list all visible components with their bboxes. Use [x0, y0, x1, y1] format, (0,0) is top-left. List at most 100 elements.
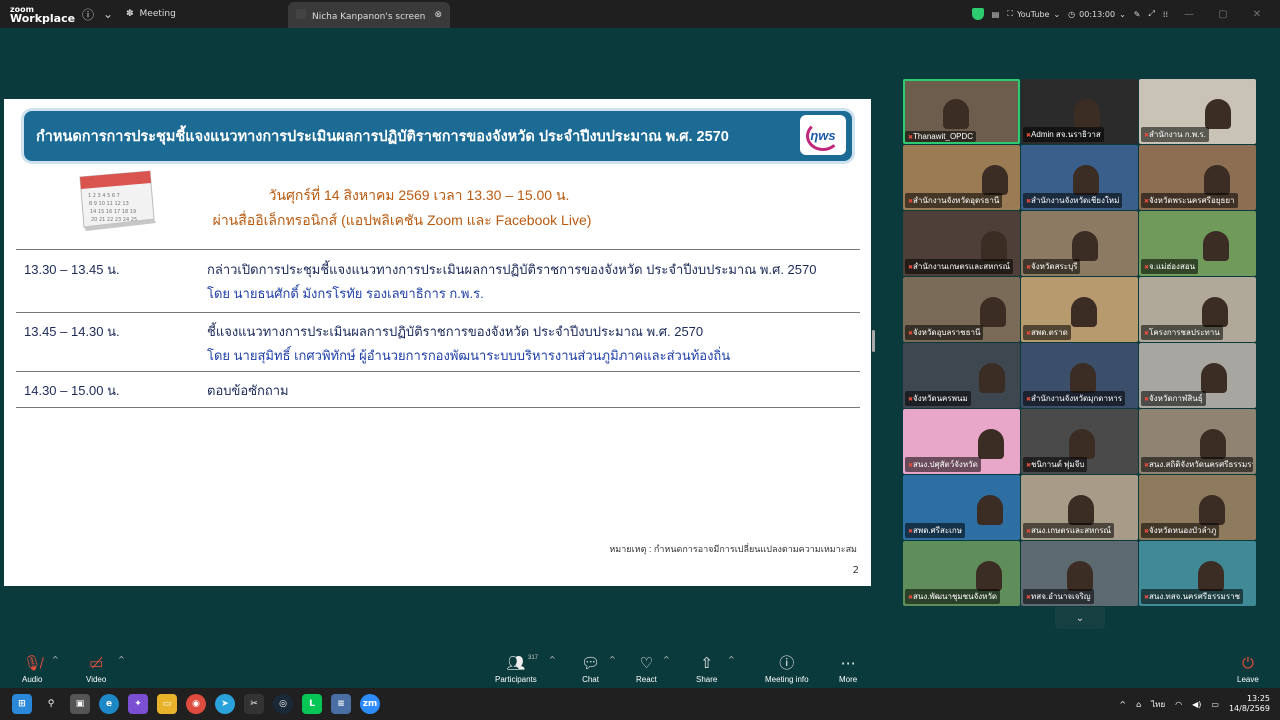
notepad-icon[interactable]: ≡: [331, 694, 351, 714]
battery-icon[interactable]: ▭: [1211, 700, 1219, 709]
audio-button[interactable]: 🎙︎̸ Audio: [22, 655, 42, 684]
annotate-icon[interactable]: ✎: [1134, 10, 1141, 19]
participant-video: [979, 363, 1005, 393]
steam-icon[interactable]: ◎: [273, 694, 293, 714]
participant-name: Thanawit_OPDC: [905, 131, 977, 142]
meeting-timer[interactable]: ◷ 00:13:00 ⌄: [1068, 10, 1126, 19]
participant-tile[interactable]: สำนักงานเกษตรและสหกรณ์: [903, 211, 1020, 276]
participant-tile[interactable]: จังหวัดอุบลราชธานี: [903, 277, 1020, 342]
view-grid-icon[interactable]: ⁞⁞: [1163, 10, 1168, 19]
participant-tile[interactable]: สนง.สถิติจังหวัดนครศรีธรรมราช: [1139, 409, 1256, 474]
line-icon[interactable]: L: [302, 694, 322, 714]
agenda-description: ชี้แจงแนวทางการประเมินผลการปฏิบัติราชการ…: [207, 324, 704, 339]
chevron-down-icon[interactable]: ⌄: [98, 4, 118, 24]
participants-options-caret[interactable]: ^: [549, 655, 556, 664]
audio-options-caret[interactable]: ^: [52, 655, 59, 664]
participant-tile[interactable]: ทสจ.อำนาจเจริญ: [1021, 541, 1138, 606]
participant-tile[interactable]: สนง.พัฒนาชุมชนจังหวัด: [903, 541, 1020, 606]
volume-icon[interactable]: ◀): [1192, 700, 1201, 709]
participant-tile[interactable]: สนง.ทสจ.นครศรีธรรมราช: [1139, 541, 1256, 606]
participant-name: จังหวัดอุบลราชธานี: [905, 325, 984, 340]
participant-name: สำนักงานจังหวัดอุดรธานี: [905, 193, 1003, 208]
participant-video: [982, 165, 1008, 195]
share-button[interactable]: ⇧ Share: [696, 655, 717, 684]
tab-meeting[interactable]: ✽ Meeting: [118, 0, 288, 28]
participant-name: จังหวัดหนองบัวลำภู: [1141, 523, 1220, 538]
meeting-info-button[interactable]: ⓘ Meeting info: [765, 655, 809, 684]
file-explorer-icon[interactable]: ▭: [157, 694, 177, 714]
agenda-divider: [16, 312, 860, 313]
agenda-time: 14.30 – 15.00 น.: [24, 383, 120, 398]
participant-video: [1067, 561, 1093, 591]
search-icon[interactable]: ⚲: [41, 694, 61, 714]
react-button[interactable]: ♡ React: [636, 655, 657, 684]
title-bar: zoom Workplace ⓘ ⌄ ✽ Meeting Nicha Kanpa…: [0, 0, 1280, 28]
participant-tile[interactable]: Thanawit_OPDC: [903, 79, 1020, 144]
participant-video: [1071, 297, 1097, 327]
tab-shared-screen[interactable]: Nicha Kanpanon's screen ⊗: [288, 2, 450, 28]
more-button[interactable]: ⋯ More: [839, 655, 857, 684]
participant-tile[interactable]: จ.แม่ฮ่องสอน: [1139, 211, 1256, 276]
opdc-logo: ηws: [800, 115, 846, 155]
participant-video: [1200, 429, 1226, 459]
telegram-icon[interactable]: ➤: [215, 694, 235, 714]
tray-app-icon[interactable]: ⌂: [1136, 700, 1141, 709]
participant-tile[interactable]: สพด.ตราด: [1021, 277, 1138, 342]
agenda-time: 13.45 – 14.30 น.: [24, 324, 120, 339]
tray-overflow-icon[interactable]: ^: [1119, 700, 1126, 709]
chat-options-caret[interactable]: ^: [609, 655, 616, 664]
edge-browser-icon[interactable]: e: [99, 694, 119, 714]
stream-icon: ⛶: [1007, 9, 1013, 18]
participant-tile[interactable]: โครงการชลประทาน: [1139, 277, 1256, 342]
task-view-icon[interactable]: ▣: [70, 694, 90, 714]
react-options-caret[interactable]: ^: [663, 655, 670, 664]
expand-icon[interactable]: ⤢: [1149, 9, 1155, 19]
participants-button[interactable]: 👥︎ Participants 317: [495, 655, 538, 684]
capcut-icon[interactable]: ✂: [244, 694, 264, 714]
chat-button[interactable]: 💬︎ Chat: [581, 655, 600, 684]
participant-tile[interactable]: สำนักงานจังหวัดเชียงใหม่: [1021, 145, 1138, 210]
participant-tile[interactable]: สนง.ปศุสัตว์จังหวัด: [903, 409, 1020, 474]
split-view-handle[interactable]: [872, 330, 875, 352]
chrome-icon[interactable]: ◉: [186, 694, 206, 714]
input-language[interactable]: ไทย: [1151, 698, 1165, 711]
participant-tile[interactable]: จังหวัดหนองบัวลำภู: [1139, 475, 1256, 540]
share-options-caret[interactable]: ^: [728, 655, 735, 664]
participant-tile[interactable]: จังหวัดสระบุรี: [1021, 211, 1138, 276]
minimize-button[interactable]: —: [1176, 9, 1202, 20]
agenda-divider: [16, 407, 860, 408]
tab-close-icon[interactable]: ⊗: [434, 10, 442, 20]
participant-name: สพด.ศรีสะเกษ: [905, 523, 966, 538]
windows-start-icon[interactable]: ⊞: [12, 694, 32, 714]
copilot-icon[interactable]: ✦: [128, 694, 148, 714]
participant-tile[interactable]: จังหวัดนครพนม: [903, 343, 1020, 408]
video-button[interactable]: ▭̸ Video: [86, 655, 106, 684]
participant-name: โครงการชลประทาน: [1141, 325, 1223, 340]
participant-tile[interactable]: สพด.ศรีสะเกษ: [903, 475, 1020, 540]
video-label: Video: [86, 675, 107, 684]
maximize-button[interactable]: ▢: [1210, 9, 1236, 20]
video-options-caret[interactable]: ^: [118, 655, 125, 664]
participant-tile[interactable]: สำนักงานจังหวัดอุดรธานี: [903, 145, 1020, 210]
participant-video: [1068, 495, 1094, 525]
system-clock[interactable]: 13:25 14/8/2569: [1229, 694, 1270, 714]
wifi-icon[interactable]: ◠: [1175, 700, 1182, 709]
video-off-icon: ▭̸: [89, 655, 104, 672]
encryption-shield-icon[interactable]: [971, 8, 984, 20]
leave-button[interactable]: ⏻ Leave: [1237, 655, 1259, 684]
youtube-stream-button[interactable]: ⛶ YouTube ⌄: [1007, 9, 1060, 19]
participant-tile[interactable]: Admin สจ.นราธิวาส: [1021, 79, 1138, 144]
info-icon[interactable]: ⓘ: [78, 4, 98, 24]
participant-tile[interactable]: สำนักงาน ก.พ.ร.: [1139, 79, 1256, 144]
gallery-scroll-down-button[interactable]: ⌄: [1055, 607, 1105, 629]
participant-tile[interactable]: จังหวัดกาฬสินธุ์: [1139, 343, 1256, 408]
close-window-button[interactable]: ✕: [1244, 9, 1270, 20]
participants-label: Participants: [495, 675, 537, 684]
participant-tile[interactable]: สนง.เกษตรและสหกรณ์: [1021, 475, 1138, 540]
participant-tile[interactable]: ชนิกานต์ พุ่มจีบ: [1021, 409, 1138, 474]
participant-tile[interactable]: จังหวัดพระนครศรีอยุธยา: [1139, 145, 1256, 210]
zoom-app-icon[interactable]: zm: [360, 694, 380, 714]
participant-name: สนง.ปศุสัตว์จังหวัด: [905, 457, 981, 472]
participant-tile[interactable]: สำนักงานจังหวัดมุกดาหาร: [1021, 343, 1138, 408]
notes-icon[interactable]: ▤: [992, 10, 1000, 19]
